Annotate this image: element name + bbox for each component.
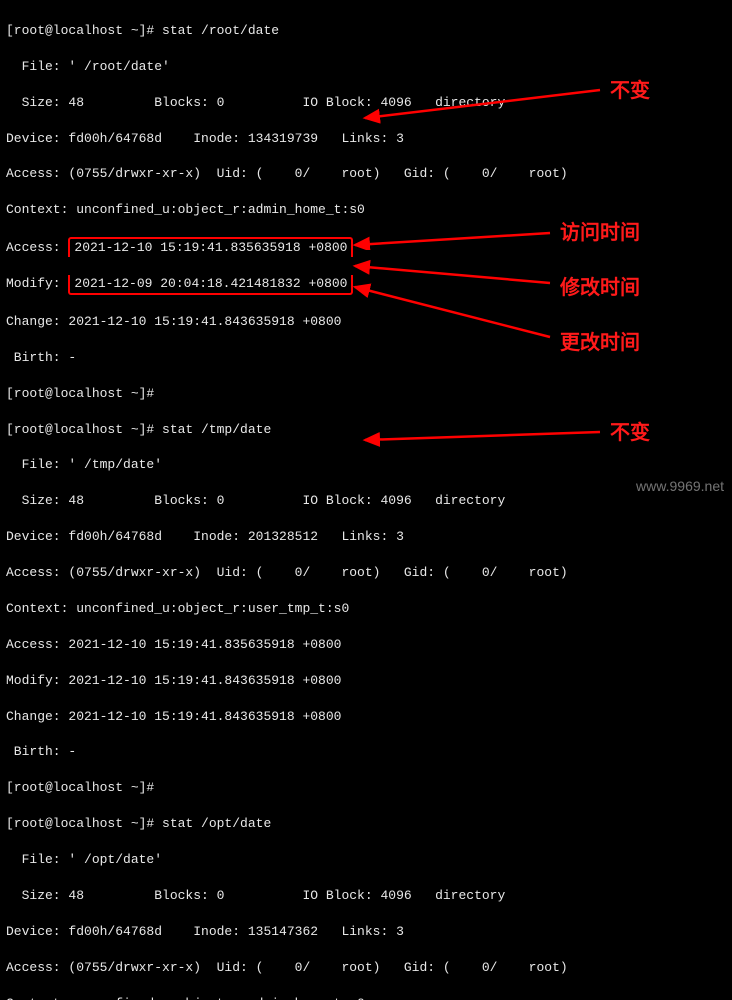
- stat-change-time: Change: 2021-12-10 15:19:41.843635918 +0…: [6, 708, 726, 726]
- stat-access-perm: Access: (0755/drwxr-xr-x) Uid: ( 0/ root…: [6, 959, 726, 977]
- stat-access-time: Access: 2021-12-10 15:19:41.835635918 +0…: [6, 636, 726, 654]
- stat-device: Device: fd00h/64768d Inode: 135147362 Li…: [6, 923, 726, 941]
- terminal-output: [root@localhost ~]# stat /root/date File…: [0, 0, 732, 1000]
- cmd-line: [root@localhost ~]# stat /root/date: [6, 22, 726, 40]
- stat-device: Device: fd00h/64768d Inode: 201328512 Li…: [6, 528, 726, 546]
- access-label: Access:: [6, 240, 68, 255]
- stat-file: File: ' /root/date': [6, 58, 726, 76]
- stat-birth: Birth: -: [6, 743, 726, 761]
- watermark-text: www.9969.net: [636, 477, 724, 496]
- annotation-modify-time: 修改时间: [560, 275, 640, 303]
- stat-device: Device: fd00h/64768d Inode: 134319739 Li…: [6, 130, 726, 148]
- highlighted-access-time: 2021-12-10 15:19:41.835635918 +0800: [68, 237, 353, 257]
- stat-size: Size: 48 Blocks: 0 IO Block: 4096 direct…: [6, 492, 726, 510]
- stat-modify-time: Modify: 2021-12-10 15:19:41.843635918 +0…: [6, 672, 726, 690]
- annotation-access-time: 访问时间: [560, 220, 640, 248]
- stat-access-perm: Access: (0755/drwxr-xr-x) Uid: ( 0/ root…: [6, 564, 726, 582]
- annotation-change-time: 更改时间: [560, 330, 640, 358]
- prompt-line[interactable]: [root@localhost ~]#: [6, 779, 726, 797]
- highlighted-modify-time: 2021-12-09 20:04:18.421481832 +0800: [68, 275, 353, 295]
- stat-size: Size: 48 Blocks: 0 IO Block: 4096 direct…: [6, 887, 726, 905]
- stat-file: File: ' /tmp/date': [6, 456, 726, 474]
- annotation-unchanged-1: 不变: [610, 78, 650, 106]
- stat-file: File: ' /opt/date': [6, 851, 726, 869]
- prompt-line[interactable]: [root@localhost ~]#: [6, 385, 726, 403]
- stat-change: Change: 2021-12-10 15:19:41.843635918 +0…: [6, 313, 726, 331]
- stat-access-perm: Access: (0755/drwxr-xr-x) Uid: ( 0/ root…: [6, 165, 726, 183]
- stat-context: Context: unconfined_u:object_r:admin_hom…: [6, 995, 726, 1000]
- annotation-unchanged-2: 不变: [610, 420, 650, 448]
- modify-label: Modify:: [6, 276, 68, 291]
- stat-context: Context: unconfined_u:object_r:admin_hom…: [6, 201, 726, 219]
- cmd-line: [root@localhost ~]# stat /opt/date: [6, 815, 726, 833]
- stat-context: Context: unconfined_u:object_r:user_tmp_…: [6, 600, 726, 618]
